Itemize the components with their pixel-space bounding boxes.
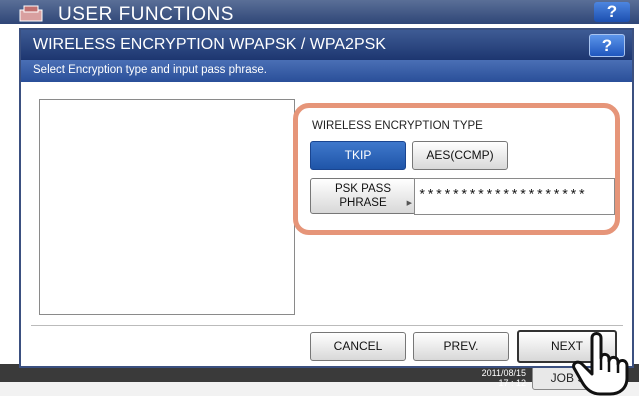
tkip-button[interactable]: TKIP <box>310 141 406 170</box>
message-bar: Select Encryption type and input pass ph… <box>21 60 632 82</box>
clock-date: 2011/08/15 <box>481 368 526 378</box>
clock-time: 17 : 12 <box>498 378 526 388</box>
dialog-titlebar: WIRELESS ENCRYPTION WPAPSK / WPA2PSK ? <box>21 30 632 60</box>
aes-ccmp-button[interactable]: AES(CCMP) <box>412 141 508 170</box>
encryption-type-label: WIRELESS ENCRYPTION TYPE <box>312 120 483 132</box>
wireless-encryption-dialog: WIRELESS ENCRYPTION WPAPSK / WPA2PSK ? S… <box>19 28 634 368</box>
psk-pass-phrase-button[interactable]: PSK PASS PHRASE ▶ <box>310 178 416 214</box>
info-panel <box>39 99 295 315</box>
background-title: USER FUNCTIONS <box>58 4 234 25</box>
dialog-help-button[interactable]: ? <box>589 34 625 57</box>
cancel-button[interactable]: CANCEL <box>310 332 406 361</box>
dialog-message: Select Encryption type and input pass ph… <box>33 64 267 76</box>
triangle-right-icon: ▶ <box>406 200 412 207</box>
psk-button-line1: PSK PASS <box>334 183 392 195</box>
footer-divider <box>31 325 623 326</box>
psk-pass-phrase-field[interactable]: ******************** <box>414 178 615 215</box>
clock: 2011/08/15 17 : 12 <box>470 368 526 388</box>
dialog-title: WIRELESS ENCRYPTION WPAPSK / WPA2PSK <box>33 36 386 53</box>
psk-button-line2: PHRASE <box>339 197 387 209</box>
background-help-button[interactable]: ? <box>594 2 630 22</box>
user-functions-icon <box>19 5 43 22</box>
prev-button[interactable]: PREV. <box>413 332 509 361</box>
hand-pointer-icon <box>572 332 629 396</box>
